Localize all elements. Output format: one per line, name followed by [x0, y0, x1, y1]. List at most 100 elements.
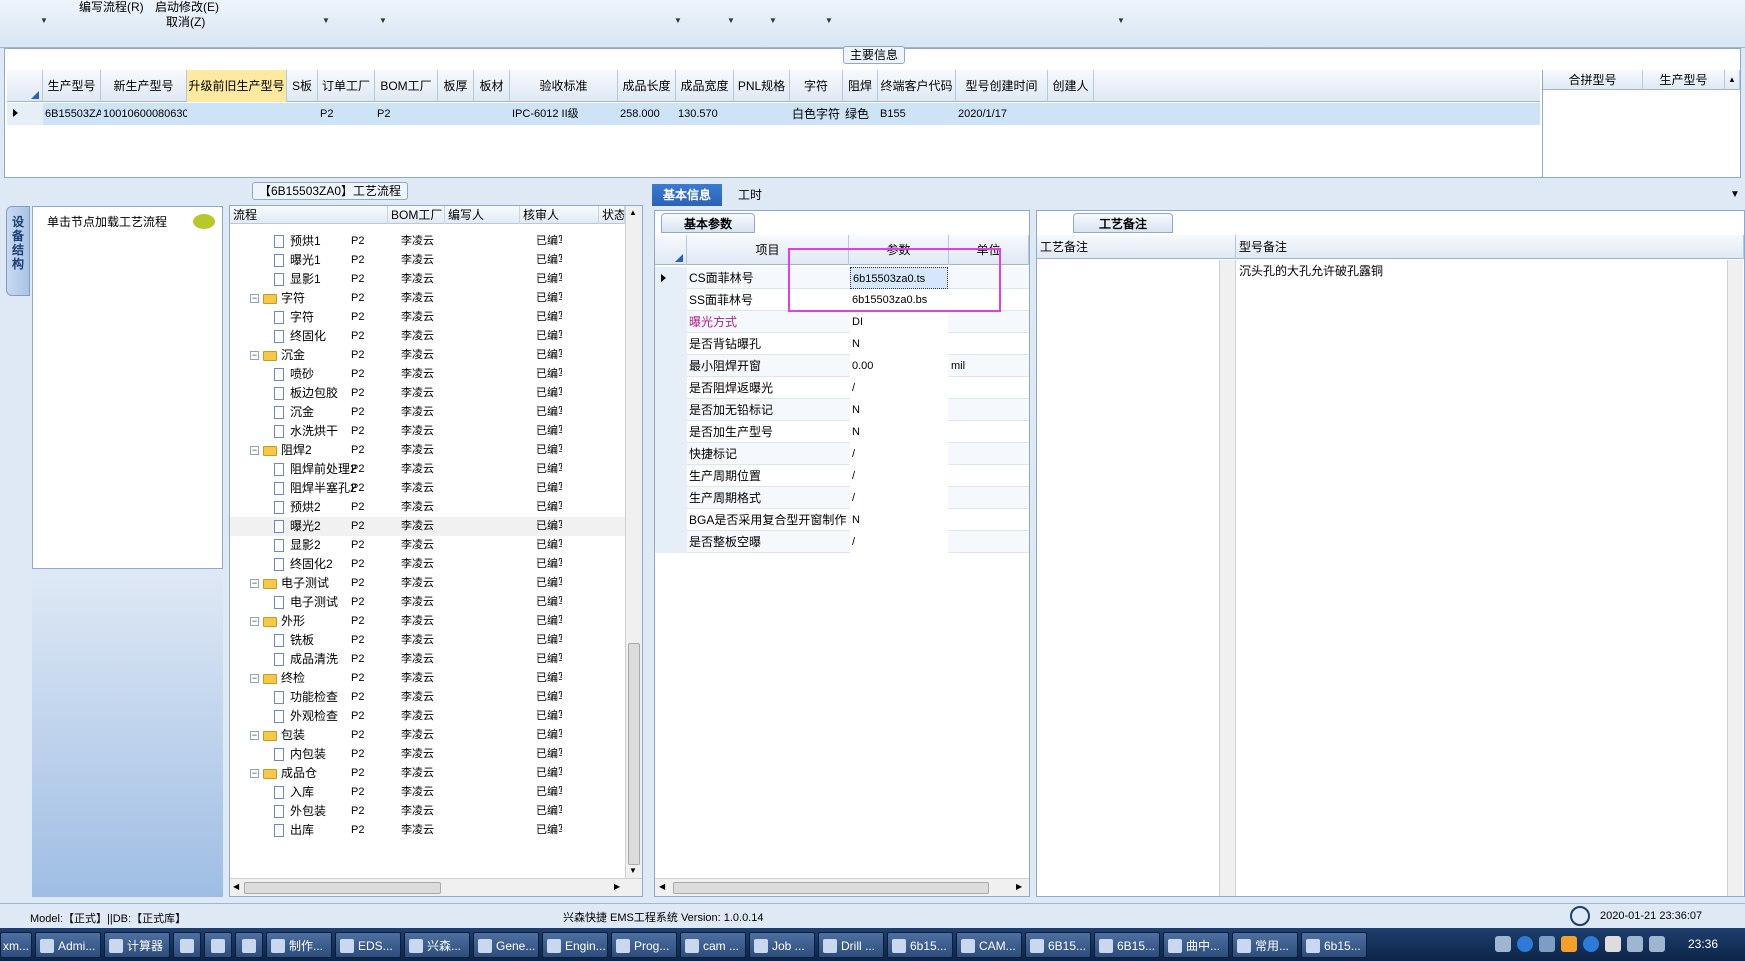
scroll-thumb[interactable]: [244, 882, 441, 894]
tray-icon[interactable]: [1605, 936, 1621, 952]
taskbar-item[interactable]: 制作...: [266, 932, 332, 958]
param-row[interactable]: 生产周期格式 /: [655, 487, 1029, 509]
col-new-model[interactable]: 新生产型号: [101, 70, 187, 102]
param-value[interactable]: /: [850, 487, 948, 509]
param-value[interactable]: /: [850, 377, 948, 399]
tree-row[interactable]: 电子测试 P2 李凌云 已编写: [230, 593, 625, 612]
param-row[interactable]: 最小阻焊开窗 0.00 mil: [655, 355, 1029, 377]
col-merge-model[interactable]: 合拼型号: [1543, 70, 1643, 90]
tree-row[interactable]: 显影1 P2 李凌云 已编写: [230, 270, 625, 289]
tree-row[interactable]: − 外形 P2 李凌云 已编写: [230, 612, 625, 631]
col-model[interactable]: 生产型号: [43, 70, 101, 102]
taskbar-item[interactable]: 常用...: [1232, 932, 1298, 958]
param-row[interactable]: 生产周期位置 /: [655, 465, 1029, 487]
menu-edit-process[interactable]: 编写流程(R): [79, 0, 144, 15]
scroll-right-icon[interactable]: ▶: [614, 882, 620, 891]
taskbar-clock[interactable]: 23:36: [1688, 937, 1718, 951]
taskbar-item[interactable]: Engin...: [542, 932, 608, 958]
notes-title[interactable]: 工艺备注: [1073, 213, 1173, 233]
param-row[interactable]: 是否整板空曝 /: [655, 531, 1029, 553]
tree-row[interactable]: 终固化 P2 李凌云 已编写: [230, 327, 625, 346]
chevron-down-icon[interactable]: ▼: [40, 16, 48, 25]
param-row[interactable]: 曝光方式 DI: [655, 311, 1029, 333]
tree-row[interactable]: 喷砂 P2 李凌云 已编写: [230, 365, 625, 384]
col-author[interactable]: 编写人: [445, 206, 520, 224]
taskbar-item[interactable]: 6b15...: [887, 932, 953, 958]
chevron-down-icon[interactable]: ▼: [674, 16, 682, 25]
taskbar-item[interactable]: Job ...: [749, 932, 815, 958]
taskbar-item[interactable]: [204, 932, 232, 958]
tree-row[interactable]: 阻焊前处理2P2 李凌云 已编写: [230, 460, 625, 479]
tree-row[interactable]: 出库 P2 李凌云 已编写: [230, 821, 625, 840]
tray-icon[interactable]: [1495, 936, 1511, 952]
tree-row[interactable]: 曝光1 P2 李凌云 已编写: [230, 251, 625, 270]
chevron-down-icon[interactable]: ▼: [825, 16, 833, 25]
col-creator[interactable]: 创建人: [1048, 70, 1094, 102]
taskbar-item[interactable]: 曲中...: [1163, 932, 1229, 958]
taskbar-item[interactable]: Prog...: [611, 932, 677, 958]
collapse-icon[interactable]: −: [250, 446, 259, 456]
taskbar-item[interactable]: Admi...: [35, 932, 101, 958]
taskbar-item[interactable]: 6B15...: [1094, 932, 1160, 958]
tree-row[interactable]: 成品清洗 P2 李凌云 已编写: [230, 650, 625, 669]
col-process-note[interactable]: 工艺备注: [1037, 235, 1236, 259]
param-value[interactable]: N: [850, 509, 948, 531]
param-row[interactable]: BGA是否采用复合型开窗制作 N: [655, 509, 1029, 531]
menu-cancel[interactable]: 取消(Z): [166, 13, 205, 30]
scroll-left-icon[interactable]: ◀: [233, 882, 239, 891]
col-solder[interactable]: 阻焊: [843, 70, 878, 102]
process-note-area[interactable]: [1037, 260, 1236, 896]
chevron-down-icon[interactable]: ▼: [727, 16, 735, 25]
tree-row[interactable]: 入库 P2 李凌云 已编写: [230, 783, 625, 802]
col-prod-model[interactable]: 生产型号: [1643, 70, 1725, 90]
params-hscroll[interactable]: ◀ ▶: [655, 878, 1029, 896]
param-value[interactable]: /: [850, 465, 948, 487]
tree-row[interactable]: 字符 P2 李凌云 已编写: [230, 308, 625, 327]
taskbar-item[interactable]: 兴森...: [404, 932, 470, 958]
tree-row[interactable]: 外包装 P2 李凌云 已编写: [230, 802, 625, 821]
chevron-down-icon[interactable]: ▼: [769, 16, 777, 25]
tree-row[interactable]: 预烘2 P2 李凌云 已编写: [230, 498, 625, 517]
collapse-icon[interactable]: −: [250, 579, 259, 589]
tree-row[interactable]: 功能检查 P2 李凌云 已编写: [230, 688, 625, 707]
tree-row[interactable]: − 阻焊2 P2 李凌云 已编写: [230, 441, 625, 460]
help-icon[interactable]: [1517, 936, 1533, 952]
table-row[interactable]: 6B15503ZA0 10010600080630 P2 P2 IPC-6012…: [7, 103, 1540, 125]
taskbar-item[interactable]: CAM...: [956, 932, 1022, 958]
scroll-left-icon[interactable]: ◀: [659, 882, 665, 891]
taskbar-item[interactable]: 6B15...: [1025, 932, 1091, 958]
network-icon[interactable]: [1627, 936, 1643, 952]
param-value[interactable]: /: [850, 443, 948, 465]
tree-vscroll[interactable]: ▲ ▼: [625, 206, 642, 878]
param-value[interactable]: 0.00: [850, 355, 948, 377]
col-s-board[interactable]: S板: [287, 70, 318, 102]
tree-row[interactable]: 水洗烘干 P2 李凌云 已编写: [230, 422, 625, 441]
col-created[interactable]: 型号创建时间: [956, 70, 1048, 102]
collapse-icon[interactable]: −: [250, 769, 259, 779]
tree-row[interactable]: 外观检查 P2 李凌云 已编写: [230, 707, 625, 726]
col-material[interactable]: 板材: [474, 70, 510, 102]
model-note-area[interactable]: 沉头孔的大孔允许破孔露铜: [1236, 260, 1744, 896]
chevron-down-icon[interactable]: ▼: [1117, 16, 1125, 25]
note-vscroll[interactable]: [1219, 260, 1235, 896]
scroll-down-icon[interactable]: ▼: [629, 866, 637, 875]
col-customer[interactable]: 终端客户代码: [878, 70, 956, 102]
col-reviewer[interactable]: 核审人: [520, 206, 599, 224]
param-row[interactable]: 是否背钻曝孔 N: [655, 333, 1029, 355]
scroll-thumb[interactable]: [628, 643, 640, 865]
tree-row[interactable]: − 终检 P2 李凌云 已编写: [230, 669, 625, 688]
tab-basic-info[interactable]: 基本信息: [652, 184, 722, 206]
volume-icon[interactable]: [1649, 936, 1665, 952]
device-structure-tab[interactable]: 设备结构: [6, 206, 30, 296]
tree-row[interactable]: 铣板 P2 李凌云 已编写: [230, 631, 625, 650]
col-model-note[interactable]: 型号备注: [1236, 235, 1744, 259]
col-standard[interactable]: 验收标准: [510, 70, 618, 102]
taskbar-item[interactable]: 计算器: [104, 932, 170, 958]
param-value[interactable]: N: [850, 399, 948, 421]
params-title[interactable]: 基本参数: [661, 213, 755, 233]
param-row[interactable]: 快捷标记 /: [655, 443, 1029, 465]
tree-row[interactable]: − 成品仓 P2 李凌云 已编写: [230, 764, 625, 783]
param-value[interactable]: DI: [850, 311, 948, 333]
taskbar-item[interactable]: 6b15...: [1301, 932, 1367, 958]
param-value[interactable]: /: [850, 531, 948, 553]
